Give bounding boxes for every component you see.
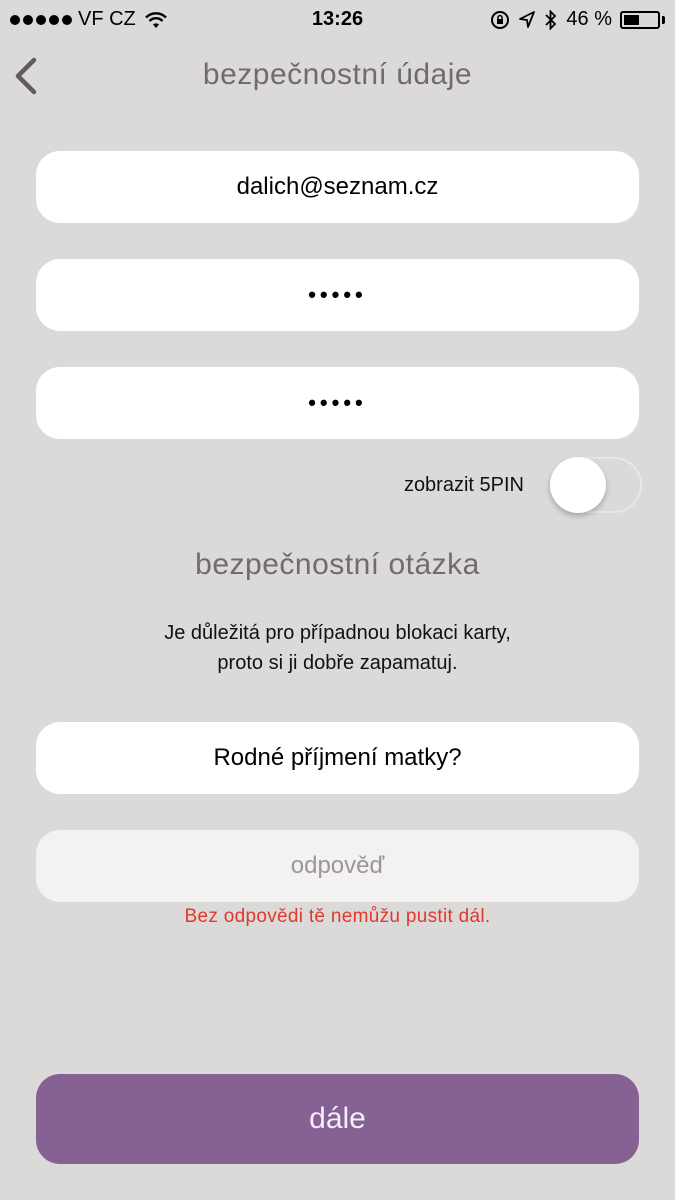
bluetooth-icon <box>545 8 557 31</box>
pin-field[interactable]: ••••• <box>36 259 639 331</box>
show-pin-toggle[interactable] <box>550 457 642 513</box>
show-pin-row: zobrazit 5PIN <box>404 456 642 514</box>
next-button[interactable]: dále <box>36 1074 639 1164</box>
helper-line-2: proto si ji dobře zapamatuj. <box>217 652 458 674</box>
security-question-select[interactable]: Rodné příjmení matky? <box>36 722 639 794</box>
battery-icon <box>620 10 660 29</box>
battery-tip <box>662 15 665 24</box>
battery-fill <box>624 14 639 25</box>
nav-bar: bezpečnostní údaje <box>0 40 675 112</box>
email-field[interactable]: dalich@seznam.cz <box>36 151 639 223</box>
security-question-title: bezpečnostní otázka <box>195 548 480 581</box>
pin-confirm-field[interactable]: ••••• <box>36 367 639 439</box>
status-bar: VF CZ 13:26 46 % <box>0 0 675 40</box>
helper-line-1: Je důležitá pro případnou blokaci karty, <box>164 622 511 644</box>
status-right: 46 % <box>490 8 665 31</box>
battery-percent: 46 % <box>566 8 612 30</box>
security-answer-input[interactable]: odpověď <box>36 830 639 902</box>
toggle-knob <box>550 457 606 513</box>
page-title: bezpečnostní údaje <box>202 58 473 91</box>
rotation-lock-icon <box>491 10 510 29</box>
location-icon <box>519 10 536 28</box>
security-helper-text: Je důležitá pro případnou blokaci karty,… <box>0 618 675 678</box>
show-pin-label: zobrazit 5PIN <box>403 473 524 496</box>
answer-error-message: Bez odpovědi tě nemůžu pustit dál. <box>184 906 491 927</box>
